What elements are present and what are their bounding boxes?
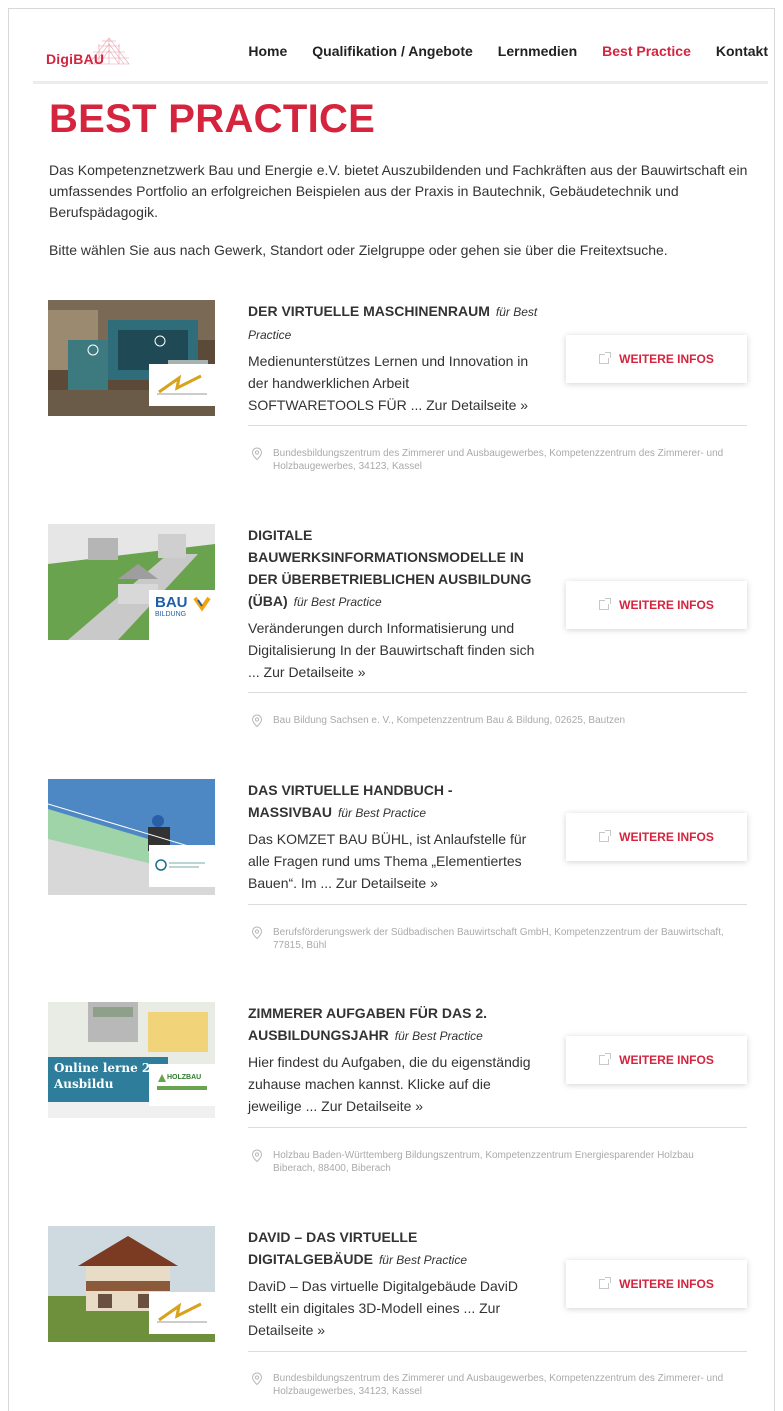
entry-location: Holzbau Baden-Württemberg Bildungszentru…	[248, 1149, 738, 1175]
partner-logo-holzbau: HOLZBAU	[149, 1064, 215, 1106]
entry-location: Bau Bildung Sachsen e. V., Kompetenzzent…	[248, 714, 738, 728]
partner-logo-zimmerer	[149, 364, 215, 406]
intro-hint: Bitte wählen Sie aus nach Gewerk, Stando…	[49, 242, 668, 258]
nav-qualifikation[interactable]: Qualifikation / Angebote	[312, 43, 473, 59]
location-text: Bau Bildung Sachsen e. V., Kompetenzzent…	[273, 715, 626, 726]
best-practice-entry: DAS VIRTUELLE HANDBUCH - MASSIVBAU für Be…	[48, 779, 748, 959]
entry-location: Bundesbildungszentrum des Zimmerer und A…	[248, 447, 738, 473]
more-info-button[interactable]: WEITERE INFOS	[566, 1260, 747, 1308]
nav-kontakt[interactable]: Kontakt	[716, 43, 768, 59]
external-link-icon	[599, 598, 612, 610]
entry-description: Medienunterstützes Lernen und Innovation…	[248, 353, 529, 413]
partner-logo-zimmerer	[149, 1292, 215, 1334]
nav-lernmedien[interactable]: Lernmedien	[498, 43, 577, 59]
external-link-icon	[599, 830, 612, 842]
location-pin-icon	[251, 447, 263, 461]
location-pin-icon	[251, 1149, 263, 1163]
entry-content: DER VIRTUELLE MASCHINENRAUM für Best Prac…	[248, 300, 538, 416]
partner-logo-komzet	[149, 845, 215, 887]
external-link-icon	[599, 1277, 612, 1289]
external-link-icon	[599, 352, 612, 364]
location-pin-icon	[251, 714, 263, 728]
entry-location: Bundesbildungszentrum des Zimmerer und A…	[248, 1372, 738, 1398]
entry-category: für Best Practice	[394, 1029, 483, 1043]
entry-category: für Best Practice	[293, 595, 382, 609]
entry-thumbnail[interactable]	[48, 300, 215, 416]
location-pin-icon	[251, 926, 263, 940]
main-nav: Home Qualifikation / Angebote Lernmedien…	[223, 43, 768, 59]
page-title: BEST PRACTICE	[49, 97, 376, 141]
entry-description: DaviD – Das virtuelle Digitalgebäude Dav…	[248, 1278, 519, 1338]
entry-divider	[248, 1127, 747, 1128]
more-info-label: WEITERE INFOS	[619, 1053, 714, 1067]
entry-content: DIGITALE BAUWERKSINFORMATIONSMODELLE IN …	[248, 524, 538, 683]
best-practice-entry: Online lerne 2. Ausbildu HOLZBAU ZIMMERE…	[48, 1002, 748, 1182]
more-info-button[interactable]: WEITERE INFOS	[566, 1036, 747, 1084]
entry-content: DAS VIRTUELLE HANDBUCH - MASSIVBAU für Be…	[248, 779, 538, 894]
location-text: Bundesbildungszentrum des Zimmerer und A…	[273, 448, 724, 472]
entry-thumbnail[interactable]	[48, 1226, 215, 1342]
entry-content: ZIMMERER AUFGABEN FÜR DAS 2. AUSBILDUNGS…	[248, 1002, 538, 1117]
more-info-button[interactable]: WEITERE INFOS	[566, 813, 747, 861]
location-text: Holzbau Baden-Württemberg Bildungszentru…	[273, 1150, 694, 1174]
more-info-label: WEITERE INFOS	[619, 352, 714, 366]
more-info-label: WEITERE INFOS	[619, 1277, 714, 1291]
entry-divider	[248, 425, 747, 426]
more-info-label: WEITERE INFOS	[619, 598, 714, 612]
entry-thumbnail[interactable]: Online lerne 2. Ausbildu HOLZBAU	[48, 1002, 215, 1118]
entry-divider	[248, 692, 747, 693]
entry-divider	[248, 904, 747, 905]
entry-category: für Best Practice	[378, 1253, 467, 1267]
entry-description: Das KOMZET BAU BÜHL, ist Anlaufstelle fü…	[248, 831, 527, 891]
entry-title[interactable]: DER VIRTUELLE MASCHINENRAUM	[248, 303, 490, 319]
intro-text: Das Kompetenznetzwerk Bau und Energie e.…	[49, 162, 748, 220]
thumbnail-overlay-text: Online lerne 2. Ausbildu	[54, 1061, 155, 1091]
entry-thumbnail[interactable]: BAU BILDUNG	[48, 524, 215, 640]
entry-title[interactable]: DIGITALE BAUWERKSINFORMATIONSMODELLE IN …	[248, 527, 531, 609]
entry-category: für Best Practice	[338, 806, 427, 820]
best-practice-entry: DER VIRTUELLE MASCHINENRAUM für Best Prac…	[48, 300, 748, 480]
entry-thumbnail[interactable]	[48, 779, 215, 895]
more-info-button[interactable]: WEITERE INFOS	[566, 581, 747, 629]
entry-description: Hier findest du Aufgaben, die du eigenst…	[248, 1054, 531, 1114]
more-info-label: WEITERE INFOS	[619, 830, 714, 844]
more-info-button[interactable]: WEITERE INFOS	[566, 335, 747, 383]
best-practice-entry: DAVID – DAS VIRTUELLE DIGITALGEBÄUDE für …	[48, 1226, 748, 1406]
nav-home[interactable]: Home	[248, 43, 287, 59]
location-pin-icon	[251, 1372, 263, 1386]
partner-logo-baubildung: BAU BILDUNG	[149, 590, 215, 640]
nav-best-practice[interactable]: Best Practice	[602, 43, 691, 59]
logo-text: DigiBAU	[46, 51, 105, 67]
site-header: DigiBAU Home Qualifikation / Angebote Le…	[33, 28, 768, 84]
external-link-icon	[599, 1053, 612, 1065]
entry-content: DAVID – DAS VIRTUELLE DIGITALGEBÄUDE für …	[248, 1226, 538, 1341]
entry-divider	[248, 1351, 747, 1352]
entry-location: Berufsförderungswerk der Südbadischen Ba…	[248, 926, 738, 952]
location-text: Bundesbildungszentrum des Zimmerer und A…	[273, 1373, 724, 1397]
location-text: Berufsförderungswerk der Südbadischen Ba…	[273, 927, 724, 951]
best-practice-entry: BAU BILDUNG DIGITALE BAUWERKSINFORMATION…	[48, 524, 748, 734]
entry-description: Veränderungen durch Informatisierung und…	[248, 620, 535, 680]
site-logo[interactable]: DigiBAU	[46, 34, 136, 74]
